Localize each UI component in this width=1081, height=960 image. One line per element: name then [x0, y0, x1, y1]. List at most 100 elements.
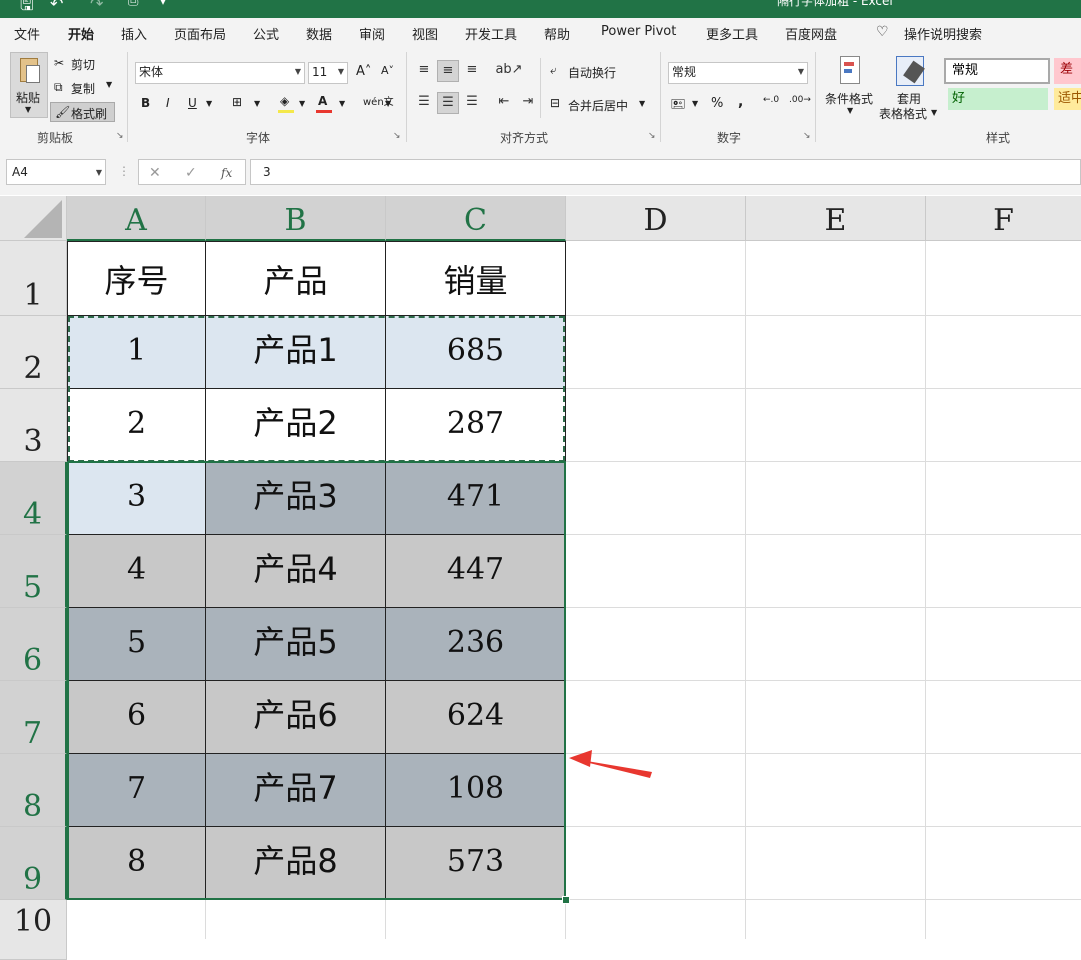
cell-index[interactable]: 2 — [67, 389, 206, 462]
row-header-10[interactable]: 10 — [0, 900, 67, 960]
fill-color-icon[interactable]: ◈ — [280, 94, 289, 108]
border-icon[interactable]: ⊞ — [232, 95, 242, 109]
cell-product[interactable]: 产品8 — [206, 827, 386, 900]
align-left-icon[interactable]: ☰ — [414, 92, 434, 114]
cell-sales[interactable]: 685 — [386, 316, 566, 389]
tell-me-search[interactable]: 操作说明搜索 — [904, 24, 982, 43]
tab-help[interactable]: 帮助 — [544, 24, 570, 43]
tab-baidu-netdisk[interactable]: 百度网盘 — [785, 24, 837, 43]
align-middle-icon[interactable]: ≡ — [437, 60, 459, 82]
cell-product[interactable]: 产品6 — [206, 681, 386, 754]
row-header-9[interactable]: 9 — [0, 827, 67, 900]
copy-dropdown-icon[interactable]: ▼ — [106, 80, 112, 89]
tab-page-layout[interactable]: 页面布局 — [174, 24, 226, 43]
tab-more-tools[interactable]: 更多工具 — [706, 24, 758, 43]
print-preview-icon[interactable]: ⎙ — [128, 0, 138, 9]
style-bad[interactable]: 差 — [1054, 58, 1081, 84]
currency-icon[interactable]: 🖭 — [671, 95, 685, 116]
cell-sales[interactable]: 287 — [386, 389, 566, 462]
increase-decimal-icon[interactable]: ←.0 — [763, 95, 779, 105]
column-header-b[interactable]: B — [206, 196, 386, 241]
cell-index[interactable]: 3 — [67, 462, 206, 535]
cell-index[interactable]: 7 — [67, 754, 206, 827]
decrease-indent-icon[interactable]: ⇤ — [494, 92, 514, 114]
style-normal[interactable]: 常规 — [944, 58, 1050, 84]
cancel-icon[interactable]: ✕ — [149, 164, 161, 182]
style-good[interactable]: 好 — [948, 88, 1048, 110]
decrease-decimal-icon[interactable]: .00→ — [789, 95, 811, 105]
font-size-select[interactable]: 11 ▼ — [308, 62, 348, 84]
header-cell-sales[interactable]: 销量 — [386, 241, 566, 316]
row-header-1[interactable]: 1 — [0, 241, 67, 316]
decrease-font-icon[interactable]: A˅ — [381, 64, 394, 77]
increase-font-icon[interactable]: A˄ — [356, 64, 371, 79]
fill-dropdown-icon[interactable]: ▼ — [299, 99, 305, 108]
underline-button[interactable]: U — [188, 96, 197, 110]
table-format-icon[interactable] — [896, 56, 925, 86]
cell-product[interactable]: 产品1 — [206, 316, 386, 389]
orientation-icon[interactable]: ab↗ — [494, 60, 524, 82]
dialog-launcher-icon[interactable]: ↘ — [393, 131, 401, 141]
row-header-7[interactable]: 7 — [0, 681, 67, 754]
row-header-3[interactable]: 3 — [0, 389, 67, 462]
tab-insert[interactable]: 插入 — [121, 24, 147, 43]
save-icon[interactable]: 🖫 — [20, 0, 34, 18]
border-dropdown-icon[interactable]: ▼ — [254, 99, 260, 108]
font-color-dropdown-icon[interactable]: ▼ — [339, 99, 345, 108]
increase-indent-icon[interactable]: ⇥ — [518, 92, 538, 114]
row-header-4[interactable]: 4 — [0, 462, 67, 535]
fill-handle[interactable] — [562, 896, 570, 904]
column-header-d[interactable]: D — [566, 196, 746, 241]
cell-sales[interactable]: 471 — [386, 462, 566, 535]
dialog-launcher-icon[interactable]: ↘ — [803, 131, 811, 141]
cell-product[interactable]: 产品5 — [206, 608, 386, 681]
row-header-6[interactable]: 6 — [0, 608, 67, 681]
cell-index[interactable]: 1 — [67, 316, 206, 389]
align-center-icon[interactable]: ☰ — [437, 92, 459, 114]
insert-function-icon[interactable]: fx — [221, 164, 232, 182]
currency-dropdown-icon[interactable]: ▼ — [692, 99, 698, 108]
underline-dropdown-icon[interactable]: ▼ — [206, 99, 212, 108]
cell-sales[interactable]: 108 — [386, 754, 566, 827]
redo-icon[interactable]: ↷ — [90, 0, 103, 13]
table-format-label-2[interactable]: 表格格式 — [879, 105, 927, 122]
font-name-select[interactable]: 宋体 ▼ — [135, 62, 305, 84]
italic-button[interactable]: I — [166, 96, 170, 110]
dialog-launcher-icon[interactable]: ↘ — [116, 131, 124, 141]
bold-button[interactable]: B — [141, 96, 150, 110]
copy-icon[interactable]: ⧉ — [54, 80, 63, 95]
name-box[interactable]: A4 ▼ — [6, 159, 106, 185]
tab-data[interactable]: 数据 — [306, 24, 332, 43]
formula-input[interactable]: 3 — [250, 159, 1081, 185]
paste-button[interactable]: 粘贴 ▼ — [10, 52, 48, 118]
undo-icon[interactable]: ↶ — [50, 0, 63, 13]
cell-sales[interactable]: 447 — [386, 535, 566, 608]
select-all-button[interactable] — [0, 196, 67, 241]
style-neutral[interactable]: 适中 — [1054, 88, 1081, 110]
table-format-dropdown-icon[interactable]: ▼ — [931, 108, 937, 117]
align-right-icon[interactable]: ☰ — [462, 92, 482, 114]
copy-button[interactable]: 复制 — [71, 80, 95, 97]
cell-index[interactable]: 4 — [67, 535, 206, 608]
cell-index[interactable]: 5 — [67, 608, 206, 681]
cond-format-dropdown-icon[interactable]: ▼ — [847, 106, 853, 115]
wrap-text-button[interactable]: 自动换行 — [568, 64, 616, 81]
column-header-a[interactable]: A — [67, 196, 206, 241]
cell-product[interactable]: 产品7 — [206, 754, 386, 827]
customize-qat-icon[interactable]: ▾ — [160, 0, 166, 8]
merge-icon[interactable]: ⊟ — [550, 96, 560, 110]
merge-dropdown-icon[interactable]: ▼ — [639, 99, 645, 108]
dialog-launcher-icon[interactable]: ↘ — [648, 131, 656, 141]
column-header-e[interactable]: E — [746, 196, 926, 241]
lightbulb-icon[interactable]: ♡ — [876, 24, 889, 40]
tab-developer[interactable]: 开发工具 — [465, 24, 517, 43]
font-color-icon[interactable]: A — [318, 94, 327, 108]
cell-product[interactable]: 产品2 — [206, 389, 386, 462]
header-cell-index[interactable]: 序号 — [67, 241, 206, 316]
tab-review[interactable]: 审阅 — [359, 24, 385, 43]
conditional-format-button[interactable]: 条件格式 — [825, 90, 873, 107]
cell-index[interactable]: 8 — [67, 827, 206, 900]
merge-center-button[interactable]: 合并后居中 — [568, 97, 628, 114]
align-top-icon[interactable]: ≡ — [414, 60, 434, 82]
header-cell-product[interactable]: 产品 — [206, 241, 386, 316]
